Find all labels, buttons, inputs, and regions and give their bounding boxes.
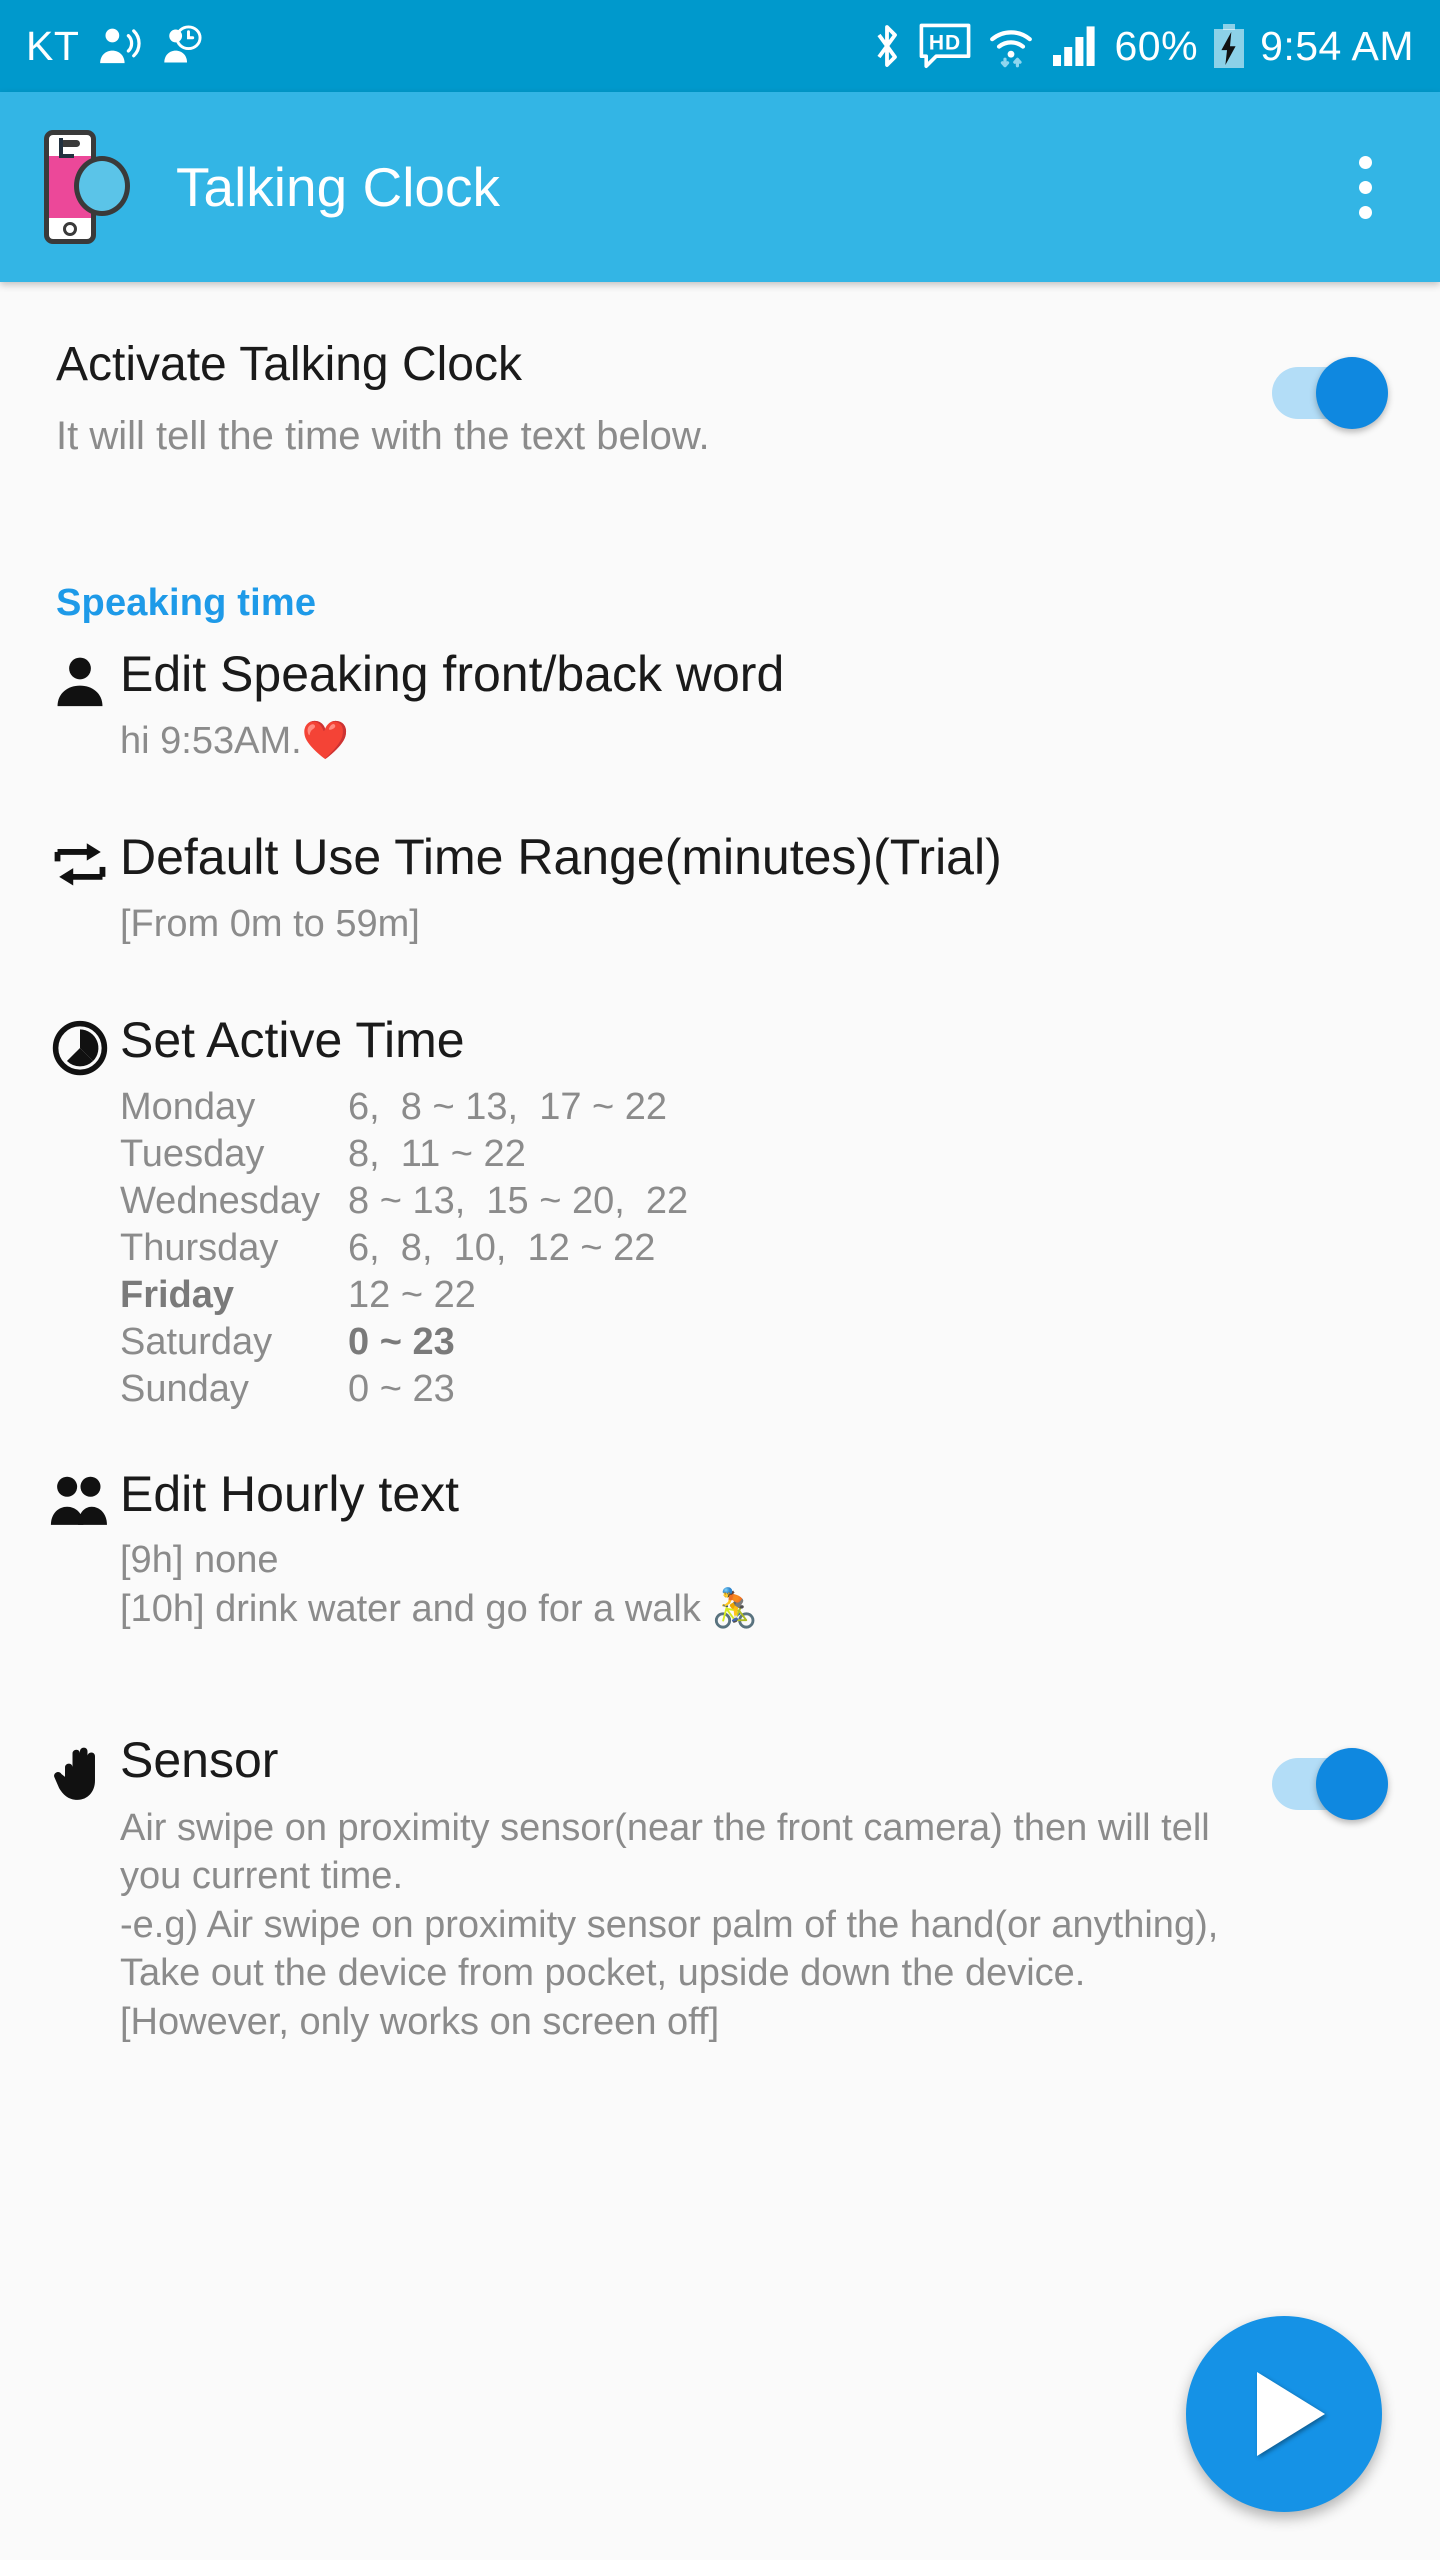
schedule-row: Saturday 0 ~ 23 — [120, 1319, 1388, 1366]
schedule-day-value: 8, 11 ~ 22 — [348, 1132, 526, 1175]
edit-hourly-text-body: Edit Hourly text [9h] none [10h] drink wa… — [120, 1465, 1388, 1635]
talking-clock-logo-icon — [34, 128, 130, 246]
status-bar-left: KT — [26, 23, 205, 70]
voice-assistant-icon — [97, 25, 143, 67]
edit-hourly-text-title: Edit Hourly text — [120, 1465, 460, 1522]
active-time-schedule: Monday 6, 8 ~ 13, 17 ~ 22 Tuesday 8, 11 ~ 2… — [120, 1084, 1388, 1413]
bluetooth-icon — [871, 22, 903, 70]
hand-icon — [40, 1733, 120, 1805]
default-time-range-body: Default Use Time Range(minutes)(Trial) [… — [120, 828, 1388, 949]
swap-arrows-icon — [40, 830, 120, 894]
edit-speaking-word-body: Edit Speaking front/back word hi 9:53AM.… — [120, 645, 1388, 766]
signal-icon — [1051, 24, 1099, 68]
set-active-time-title: Set Active Time — [120, 1011, 465, 1068]
edit-speaking-word-subtitle: hi 9:53AM.❤️ — [120, 718, 1388, 766]
wifi-icon — [987, 22, 1035, 70]
set-active-time-body: Set Active Time Monday 6, 8 ~ 13, 17 ~ 22… — [120, 1011, 1388, 1413]
person-icon — [40, 647, 120, 711]
schedule-row: Monday 6, 8 ~ 13, 17 ~ 22 — [120, 1084, 1388, 1131]
default-time-range-row[interactable]: Default Use Time Range(minutes)(Trial) [… — [0, 766, 1440, 949]
sensor-description: Air swipe on proximity sensor(near the f… — [120, 1806, 1219, 2044]
schedule-day-label: Wednesday — [120, 1179, 320, 1222]
page-title: Talking Clock — [176, 156, 501, 218]
schedule-row: Tuesday 8, 11 ~ 22 — [120, 1131, 1388, 1178]
schedule-row: Sunday 0 ~ 23 — [120, 1366, 1388, 1413]
settings-list: Activate Talking Clock It will tell the … — [0, 282, 1440, 2047]
overflow-menu-icon[interactable] — [1330, 127, 1400, 247]
schedule-day-label: Friday — [120, 1273, 235, 1316]
svg-text:HD: HD — [928, 31, 960, 54]
clock-person-icon — [161, 25, 205, 67]
schedule-day-label: Sunday — [120, 1367, 249, 1410]
default-time-range-subtitle: [From 0m to 59m] — [120, 902, 420, 945]
battery-percent-label: 60% — [1114, 22, 1199, 69]
edit-hourly-text-row[interactable]: Edit Hourly text [9h] none [10h] drink wa… — [0, 1413, 1440, 1635]
pie-timer-icon — [40, 1013, 120, 1077]
set-active-time-row[interactable]: Set Active Time Monday 6, 8 ~ 13, 17 ~ 22… — [0, 949, 1440, 1413]
schedule-day-label: Thursday — [120, 1226, 279, 1269]
sensor-toggle[interactable] — [1272, 1743, 1388, 1820]
people-icon — [40, 1467, 120, 1531]
schedule-row: Wednesday 8 ~ 13, 15 ~ 20, 22 — [120, 1178, 1388, 1225]
status-bar-right: HD 60% 9:54 AM — [871, 22, 1415, 70]
schedule-row: Friday 12 ~ 22 — [120, 1272, 1388, 1319]
battery-charging-icon — [1214, 24, 1245, 68]
app-root: KT HD 60% 9:54 AM Talking Clock Activate… — [0, 0, 1440, 2560]
app-bar: Talking Clock — [0, 92, 1440, 282]
hourly-text-line: [9h] none — [120, 1538, 279, 1581]
hourly-text-lines: [9h] none [10h] drink water and go for a … — [120, 1536, 1388, 1635]
edit-speaking-word-title: Edit Speaking front/back word — [120, 645, 785, 702]
schedule-day-value: 6, 8, 10, 12 ~ 22 — [348, 1226, 656, 1269]
activate-talking-clock-title: Activate Talking Clock — [56, 338, 522, 391]
edit-speaking-word-row[interactable]: Edit Speaking front/back word hi 9:53AM.… — [0, 625, 1440, 766]
activate-talking-clock-toggle[interactable] — [1272, 352, 1388, 429]
play-fab-button[interactable] — [1186, 2316, 1382, 2512]
sensor-title: Sensor — [120, 1731, 279, 1788]
activate-talking-clock-row[interactable]: Activate Talking Clock It will tell the … — [0, 282, 1440, 460]
status-bar: KT HD 60% 9:54 AM — [0, 0, 1440, 92]
schedule-day-label: Saturday — [120, 1320, 273, 1363]
carrier-label: KT — [26, 22, 80, 69]
schedule-day-value: 6, 8 ~ 13, 17 ~ 22 — [348, 1085, 668, 1128]
activate-talking-clock-subtitle: It will tell the time with the text belo… — [56, 413, 710, 458]
edit-speaking-word-subtitle-text: hi 9:53AM. — [120, 719, 302, 762]
schedule-row: Thursday 6, 8, 10, 12 ~ 22 — [120, 1225, 1388, 1272]
schedule-day-label: Tuesday — [120, 1132, 265, 1175]
schedule-day-value: 12 ~ 22 — [348, 1273, 476, 1316]
schedule-day-value: 0 ~ 23 — [348, 1320, 455, 1363]
sensor-body: Sensor Air swipe on proximity sensor(nea… — [120, 1731, 1272, 2047]
sensor-row[interactable]: Sensor Air swipe on proximity sensor(nea… — [0, 1635, 1440, 2047]
hourly-text-line: [10h] drink water and go for a walk 🚴 — [120, 1588, 759, 1631]
hd-voice-icon: HD — [919, 23, 971, 69]
clock-label: 9:54 AM — [1260, 22, 1414, 69]
schedule-day-label: Monday — [120, 1085, 256, 1128]
play-icon — [1257, 2372, 1325, 2456]
schedule-day-value: 8 ~ 13, 15 ~ 20, 22 — [348, 1179, 689, 1222]
heart-emoji: ❤️ — [301, 719, 349, 762]
default-time-range-title: Default Use Time Range(minutes)(Trial) — [120, 828, 1002, 885]
section-header-speaking-time: Speaking time — [56, 581, 317, 624]
activate-talking-clock-texts: Activate Talking Clock It will tell the … — [56, 338, 1272, 460]
schedule-day-value: 0 ~ 23 — [348, 1367, 455, 1410]
